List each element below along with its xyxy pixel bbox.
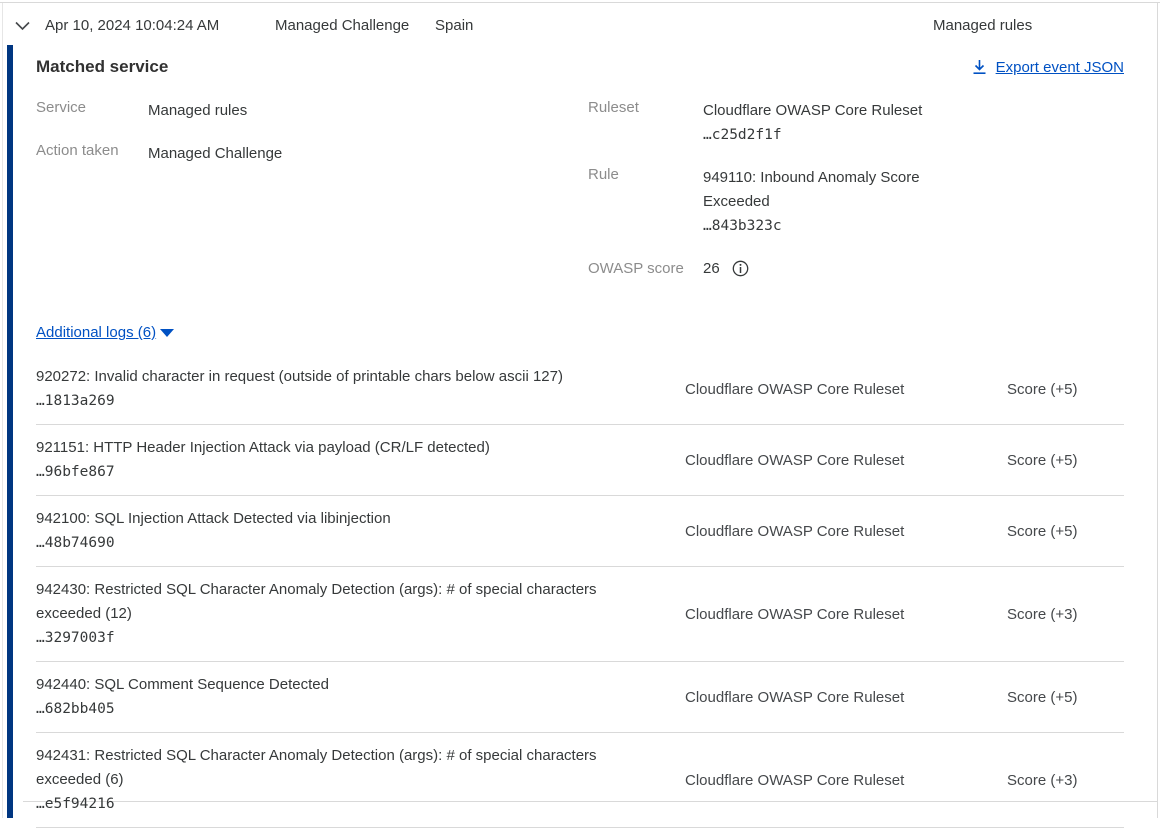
action-taken-value: Managed Challenge <box>148 142 388 166</box>
rule-label: Rule <box>588 166 703 238</box>
log-score: Score (+5) <box>1007 689 1124 706</box>
log-rule-description: 942100: SQL Injection Attack Detected vi… <box>36 507 645 531</box>
panel-title: Matched service <box>36 57 168 77</box>
event-service: Managed rules <box>933 17 1157 34</box>
log-ruleset-name: Cloudflare OWASP Core Ruleset <box>685 689 1007 706</box>
service-value: Managed rules <box>148 99 388 123</box>
service-field: Service Managed rules <box>36 99 588 123</box>
export-event-json-label: Export event JSON <box>996 59 1124 76</box>
log-score: Score (+3) <box>1007 606 1124 623</box>
log-rule-description: 942430: Restricted SQL Character Anomaly… <box>36 578 645 626</box>
log-rule-description: 920272: Invalid character in request (ou… <box>36 365 645 389</box>
log-score: Score (+3) <box>1007 772 1124 789</box>
owasp-score-field: OWASP score 26 <box>588 260 1124 277</box>
log-ruleset-name: Cloudflare OWASP Core Ruleset <box>685 523 1007 540</box>
log-rule-hash: …3297003f <box>36 626 645 650</box>
ruleset-name: Cloudflare OWASP Core Ruleset <box>703 99 943 123</box>
ruleset-hash: …c25d2f1f <box>703 123 943 147</box>
log-row: 920272: Invalid character in request (ou… <box>36 354 1124 425</box>
rule-name: 949110: Inbound Anomaly Score Exceeded <box>703 166 943 214</box>
log-row: 942100: SQL Injection Attack Detected vi… <box>36 496 1124 567</box>
log-rule-description: 921151: HTTP Header Injection Attack via… <box>36 436 645 460</box>
log-row: 921151: HTTP Header Injection Attack via… <box>36 425 1124 496</box>
matched-service-panel: Matched service Export event JSON Servic… <box>0 45 1157 818</box>
log-ruleset-name: Cloudflare OWASP Core Ruleset <box>685 381 1007 398</box>
log-row: 942440: SQL Comment Sequence Detected …6… <box>36 662 1124 733</box>
log-rule-hash: …96bfe867 <box>36 460 645 484</box>
rule-hash: …843b323c <box>703 214 943 238</box>
additional-logs-table: 920272: Invalid character in request (ou… <box>36 354 1124 828</box>
service-label: Service <box>36 99 148 123</box>
log-rule-hash: …48b74690 <box>36 531 645 555</box>
security-event-expanded-row: Apr 10, 2024 10:04:24 AM Managed Challen… <box>0 0 1160 818</box>
log-row: 942430: Restricted SQL Character Anomaly… <box>36 567 1124 662</box>
event-action: Managed Challenge <box>275 17 435 34</box>
log-rule-description: 942431: Restricted SQL Character Anomaly… <box>36 744 645 792</box>
rule-field: Rule 949110: Inbound Anomaly Score Excee… <box>588 166 1124 238</box>
owasp-score-value: 26 <box>703 260 720 277</box>
export-event-json-link[interactable]: Export event JSON <box>972 59 1124 76</box>
log-score: Score (+5) <box>1007 523 1124 540</box>
download-icon <box>972 59 987 75</box>
event-country: Spain <box>435 17 683 34</box>
table-border-right <box>1157 3 1158 818</box>
log-rule-hash: …682bb405 <box>36 697 645 721</box>
log-score: Score (+5) <box>1007 381 1124 398</box>
caret-down-icon <box>160 329 174 337</box>
log-ruleset-name: Cloudflare OWASP Core Ruleset <box>685 606 1007 623</box>
ruleset-field: Ruleset Cloudflare OWASP Core Ruleset …c… <box>588 99 1124 147</box>
log-rule-description: 942440: SQL Comment Sequence Detected <box>36 673 645 697</box>
event-summary-row[interactable]: Apr 10, 2024 10:04:24 AM Managed Challen… <box>3 3 1157 47</box>
log-ruleset-name: Cloudflare OWASP Core Ruleset <box>685 772 1007 789</box>
ruleset-label: Ruleset <box>588 99 703 147</box>
owasp-score-label: OWASP score <box>588 260 703 277</box>
additional-logs-toggle[interactable]: Additional logs (6) <box>36 324 174 341</box>
log-score: Score (+5) <box>1007 452 1124 469</box>
collapse-row-button[interactable] <box>14 17 45 34</box>
log-ruleset-name: Cloudflare OWASP Core Ruleset <box>685 452 1007 469</box>
log-row: 942431: Restricted SQL Character Anomaly… <box>36 733 1124 828</box>
action-taken-label: Action taken <box>36 142 148 166</box>
log-rule-hash: …1813a269 <box>36 389 645 413</box>
additional-logs-label: Additional logs (6) <box>36 324 156 341</box>
info-icon[interactable] <box>732 260 749 277</box>
action-taken-field: Action taken Managed Challenge <box>36 142 588 166</box>
chevron-down-icon <box>14 17 31 34</box>
log-rule-hash: …e5f94216 <box>36 792 645 816</box>
event-timestamp: Apr 10, 2024 10:04:24 AM <box>45 17 275 34</box>
